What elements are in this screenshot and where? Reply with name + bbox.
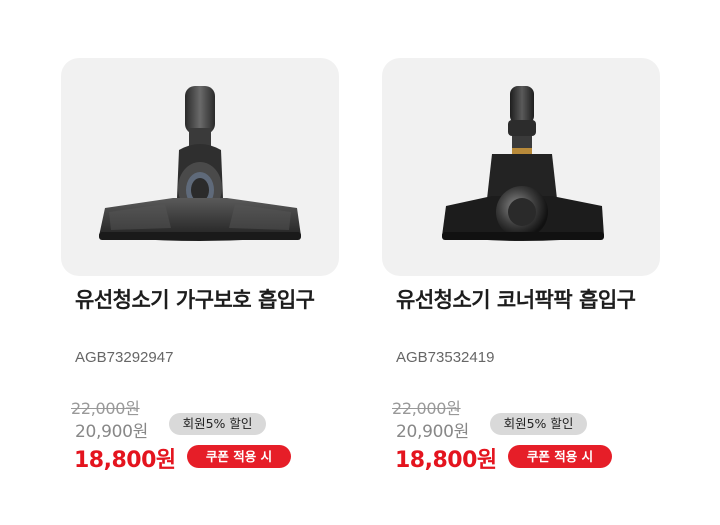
member-price: 20,900원 <box>396 422 470 442</box>
coupon-badge: 쿠폰 적용 시 <box>508 445 612 468</box>
member-price: 20,900원 <box>75 422 149 442</box>
corner-nozzle-icon <box>442 86 604 241</box>
product-image[interactable] <box>61 58 339 276</box>
original-price: 22,000원 <box>71 399 140 418</box>
product-title[interactable]: 유선청소기 가구보호 흡입구 <box>75 286 325 315</box>
final-price: 18,800원 <box>395 448 497 473</box>
original-price: 22,000원 <box>392 399 461 418</box>
final-price: 18,800원 <box>74 448 176 473</box>
member-discount-badge: 회원5% 할인 <box>169 413 266 435</box>
product-card[interactable]: 유선청소기 가구보호 흡입구 AGB73292947 22,000원 20,90… <box>61 58 339 473</box>
product-model-number: AGB73532419 <box>396 349 495 366</box>
member-discount-badge: 회원5% 할인 <box>490 413 587 435</box>
product-image[interactable] <box>382 58 660 276</box>
product-card[interactable]: 유선청소기 코너팍팍 흡입구 AGB73532419 22,000원 20,90… <box>382 58 660 473</box>
coupon-badge: 쿠폰 적용 시 <box>187 445 291 468</box>
furniture-brush-nozzle-icon <box>99 86 301 241</box>
product-title[interactable]: 유선청소기 코너팍팍 흡입구 <box>396 286 646 315</box>
product-model-number: AGB73292947 <box>75 349 174 366</box>
